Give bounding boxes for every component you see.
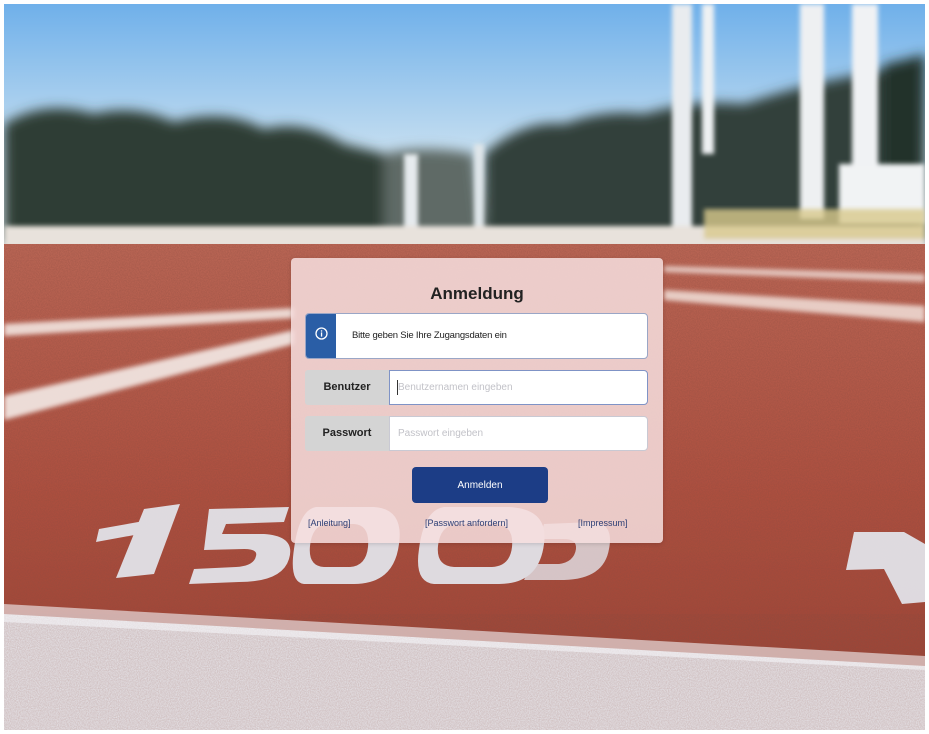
guide-link[interactable]: [Anleitung] xyxy=(308,518,351,528)
imprint-link[interactable]: [Impressum] xyxy=(578,518,628,528)
password-row: Passwort xyxy=(305,416,648,451)
password-label: Passwort xyxy=(305,416,389,451)
info-icon-container xyxy=(306,314,336,358)
text-caret xyxy=(397,380,398,395)
login-button[interactable]: Anmelden xyxy=(412,467,548,503)
info-circle-icon xyxy=(314,327,328,345)
login-title: Anmeldung xyxy=(430,284,524,303)
request-password-link[interactable]: [Passwort anfordern] xyxy=(425,518,508,528)
info-message-text: Bitte geben Sie Ihre Zugangsdaten ein xyxy=(352,330,507,341)
username-row: Benutzer xyxy=(305,370,648,405)
username-label: Benutzer xyxy=(305,370,389,405)
info-message-box: Bitte geben Sie Ihre Zugangsdaten ein xyxy=(305,313,648,359)
login-card: Anmeldung Bitte geben Sie Ihre Zugangsda… xyxy=(291,258,663,543)
username-input[interactable] xyxy=(389,370,648,405)
background-frame: Anmeldung Bitte geben Sie Ihre Zugangsda… xyxy=(4,4,925,730)
password-input[interactable] xyxy=(389,416,648,451)
